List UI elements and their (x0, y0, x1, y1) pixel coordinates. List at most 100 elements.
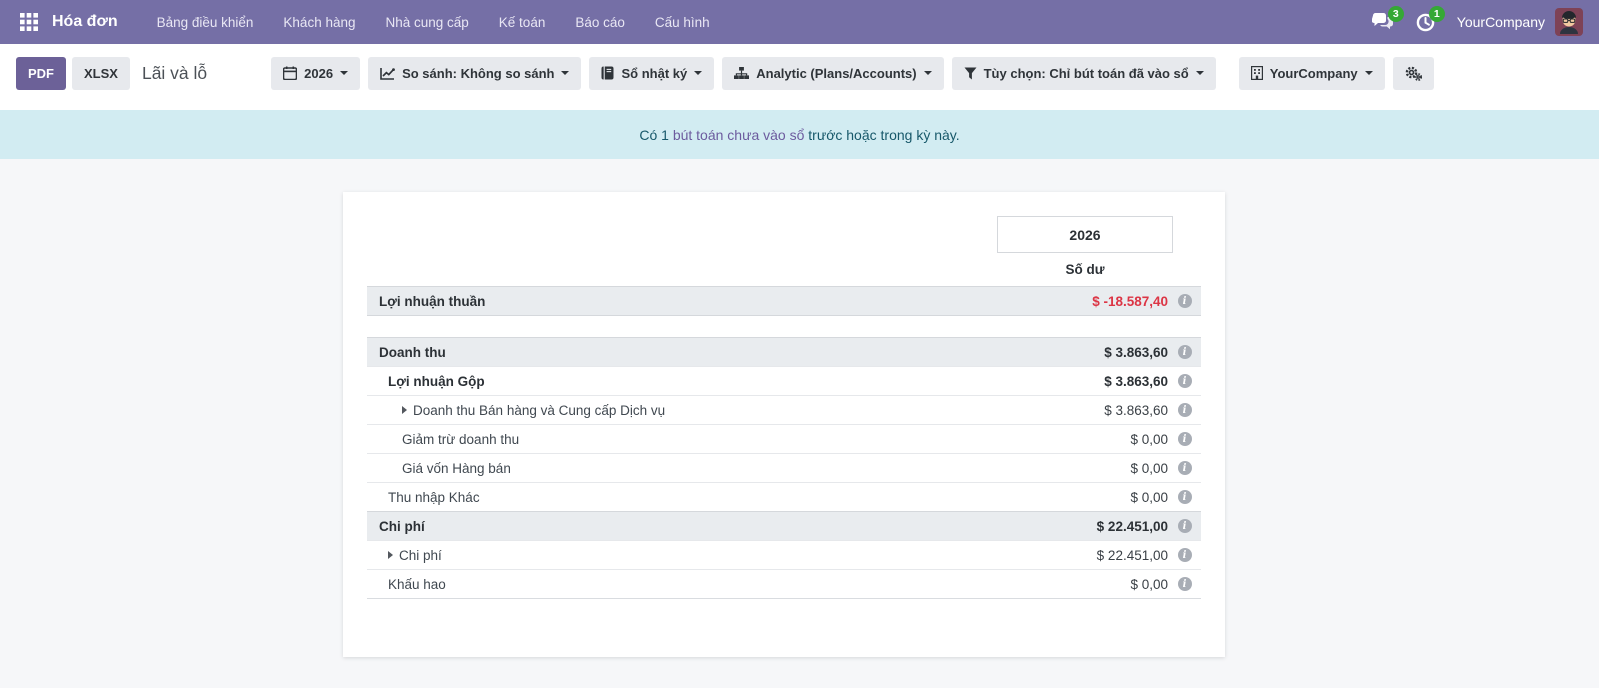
row-label[interactable]: Doanh thu Bán hàng và Cung cấp Dịch vụ (413, 403, 665, 418)
banner-text-suffix: trước hoặc trong kỳ này. (804, 127, 959, 143)
content-area: 2026 Số dư Lợi nhuận thuần$ -18.587,40iD… (0, 159, 1599, 657)
chevron-down-icon (924, 71, 932, 75)
row-spacer (367, 315, 1201, 337)
company-filter-label: YourCompany (1270, 66, 1358, 81)
report-card: 2026 Số dư Lợi nhuận thuần$ -18.587,40iD… (343, 192, 1225, 657)
journals-filter-label: Sổ nhật ký (621, 66, 687, 81)
report-row[interactable]: Giảm trừ doanh thu $ 0,00 i (367, 424, 1201, 453)
info-icon[interactable]: i (1178, 519, 1192, 533)
row-value: $ 0,00 (1130, 490, 1168, 505)
row-value: $ 3.863,60 (1104, 374, 1168, 389)
calendar-icon (283, 66, 297, 80)
info-icon[interactable]: i (1178, 577, 1192, 591)
export-pdf-button[interactable]: PDF (16, 57, 66, 90)
company-name: YourCompany (1457, 14, 1545, 30)
balance-column-header: Số dư (997, 262, 1173, 277)
row-label: Giá vốn Hàng bán (402, 461, 511, 476)
info-icon[interactable]: i (1178, 490, 1192, 504)
apps-grid-icon[interactable] (16, 9, 42, 35)
info-icon[interactable]: i (1178, 403, 1192, 417)
app-name[interactable]: Hóa đơn (52, 13, 118, 31)
options-filter-label: Tùy chọn: Chỉ bút toán đã vào sổ (984, 66, 1189, 81)
info-icon[interactable]: i (1178, 461, 1192, 475)
row-label: Khấu hao (388, 577, 446, 592)
period-header: 2026 (997, 216, 1173, 253)
report-row[interactable]: Doanh thu $ 3.863,60 i (367, 337, 1201, 366)
report-row[interactable]: Giá vốn Hàng bán $ 0,00 i (367, 453, 1201, 482)
comparison-filter-label: So sánh: Không so sánh (402, 66, 554, 81)
chart-line-icon (380, 67, 395, 80)
row-label: Doanh thu (379, 345, 446, 360)
main-menu: Bảng điều khiển Khách hàng Nhà cung cấp … (144, 9, 723, 36)
row-value: $ 3.863,60 (1104, 345, 1168, 360)
expand-caret-icon[interactable] (402, 406, 407, 414)
info-icon[interactable]: i (1178, 374, 1192, 388)
export-xlsx-button[interactable]: XLSX (72, 57, 130, 90)
info-icon[interactable]: i (1178, 432, 1192, 446)
unposted-entries-link[interactable]: bút toán chưa vào sổ (673, 127, 805, 143)
row-value: $ 0,00 (1130, 432, 1168, 447)
funnel-filter-icon (964, 67, 977, 80)
report-row[interactable]: Doanh thu Bán hàng và Cung cấp Dịch vụ $ … (367, 395, 1201, 424)
report-row[interactable]: Lợi nhuận Gộp $ 3.863,60 i (367, 366, 1201, 395)
date-filter-label: 2026 (304, 66, 333, 81)
row-label: Lợi nhuận Gộp (388, 374, 485, 389)
cogs-icon (1405, 66, 1422, 81)
chevron-down-icon (561, 71, 569, 75)
row-value: $ 3.863,60 (1104, 403, 1168, 418)
row-value: $ 22.451,00 (1097, 519, 1168, 534)
banner-text-prefix: Có 1 (639, 127, 672, 143)
unposted-entries-banner: Có 1 bút toán chưa vào sổ trước hoặc tro… (0, 110, 1599, 159)
row-value: $ -18.587,40 (1092, 294, 1168, 309)
chevron-down-icon (1196, 71, 1204, 75)
settings-gear-button[interactable] (1393, 57, 1434, 90)
chevron-down-icon (694, 71, 702, 75)
options-filter-button[interactable]: Tùy chọn: Chỉ bút toán đã vào sổ (952, 57, 1216, 90)
row-value: $ 0,00 (1130, 461, 1168, 476)
row-label[interactable]: Chi phí (399, 548, 442, 563)
top-navbar: Hóa đơn Bảng điều khiển Khách hàng Nhà c… (0, 0, 1599, 44)
nav-item-customers[interactable]: Khách hàng (270, 9, 368, 36)
expand-caret-icon[interactable] (388, 551, 393, 559)
messages-icon[interactable]: 3 (1372, 13, 1394, 31)
info-icon[interactable]: i (1178, 345, 1192, 359)
user-menu[interactable]: YourCompany (1457, 8, 1583, 36)
info-icon[interactable]: i (1178, 294, 1192, 308)
nav-item-dashboard[interactable]: Bảng điều khiển (144, 9, 267, 36)
row-label: Chi phí (379, 519, 425, 534)
filter-bar: 2026 So sánh: Không so sánh Sổ nhật ký A… (271, 57, 1433, 90)
messages-badge: 3 (1388, 6, 1404, 22)
company-filter-button[interactable]: YourCompany (1239, 57, 1385, 90)
row-label: Lợi nhuận thuần (379, 294, 485, 309)
nav-item-accounting[interactable]: Kế toán (486, 9, 559, 36)
building-icon (1251, 66, 1263, 80)
banner-wrap: Có 1 bút toán chưa vào sổ trước hoặc tro… (0, 102, 1599, 159)
comparison-filter-button[interactable]: So sánh: Không so sánh (368, 57, 581, 90)
journals-filter-button[interactable]: Sổ nhật ký (589, 57, 714, 90)
report-row[interactable]: Thu nhập Khác $ 0,00 i (367, 482, 1201, 511)
analytic-filter-button[interactable]: Analytic (Plans/Accounts) (722, 57, 943, 90)
report-row[interactable]: Lợi nhuận thuần $ -18.587,40 i (367, 286, 1201, 315)
activities-badge: 1 (1429, 6, 1445, 22)
report-title: Lãi và lỗ (142, 63, 207, 84)
avatar (1555, 8, 1583, 36)
row-label: Giảm trừ doanh thu (402, 432, 519, 447)
report-rows: Lợi nhuận thuần $ -18.587,40 i Doanh thu $ 3… (367, 286, 1201, 599)
row-value: $ 0,00 (1130, 577, 1168, 592)
nav-item-vendors[interactable]: Nhà cung cấp (372, 9, 481, 36)
date-filter-button[interactable]: 2026 (271, 57, 360, 90)
chevron-down-icon (340, 71, 348, 75)
nav-item-reporting[interactable]: Báo cáo (562, 9, 638, 36)
analytic-filter-label: Analytic (Plans/Accounts) (756, 66, 916, 81)
row-value: $ 22.451,00 (1097, 548, 1168, 563)
chevron-down-icon (1365, 71, 1373, 75)
report-row[interactable]: Chi phí $ 22.451,00 i (367, 511, 1201, 540)
sitemap-icon (734, 67, 749, 80)
report-row[interactable]: Chi phí $ 22.451,00 i (367, 540, 1201, 569)
row-label: Thu nhập Khác (388, 490, 480, 505)
activities-icon[interactable]: 1 (1416, 13, 1435, 32)
control-panel: PDF XLSX Lãi và lỗ 2026 So sánh: Không s… (0, 44, 1599, 102)
report-row[interactable]: Khấu hao $ 0,00 i (367, 569, 1201, 598)
info-icon[interactable]: i (1178, 548, 1192, 562)
nav-item-configuration[interactable]: Cấu hình (642, 9, 723, 36)
